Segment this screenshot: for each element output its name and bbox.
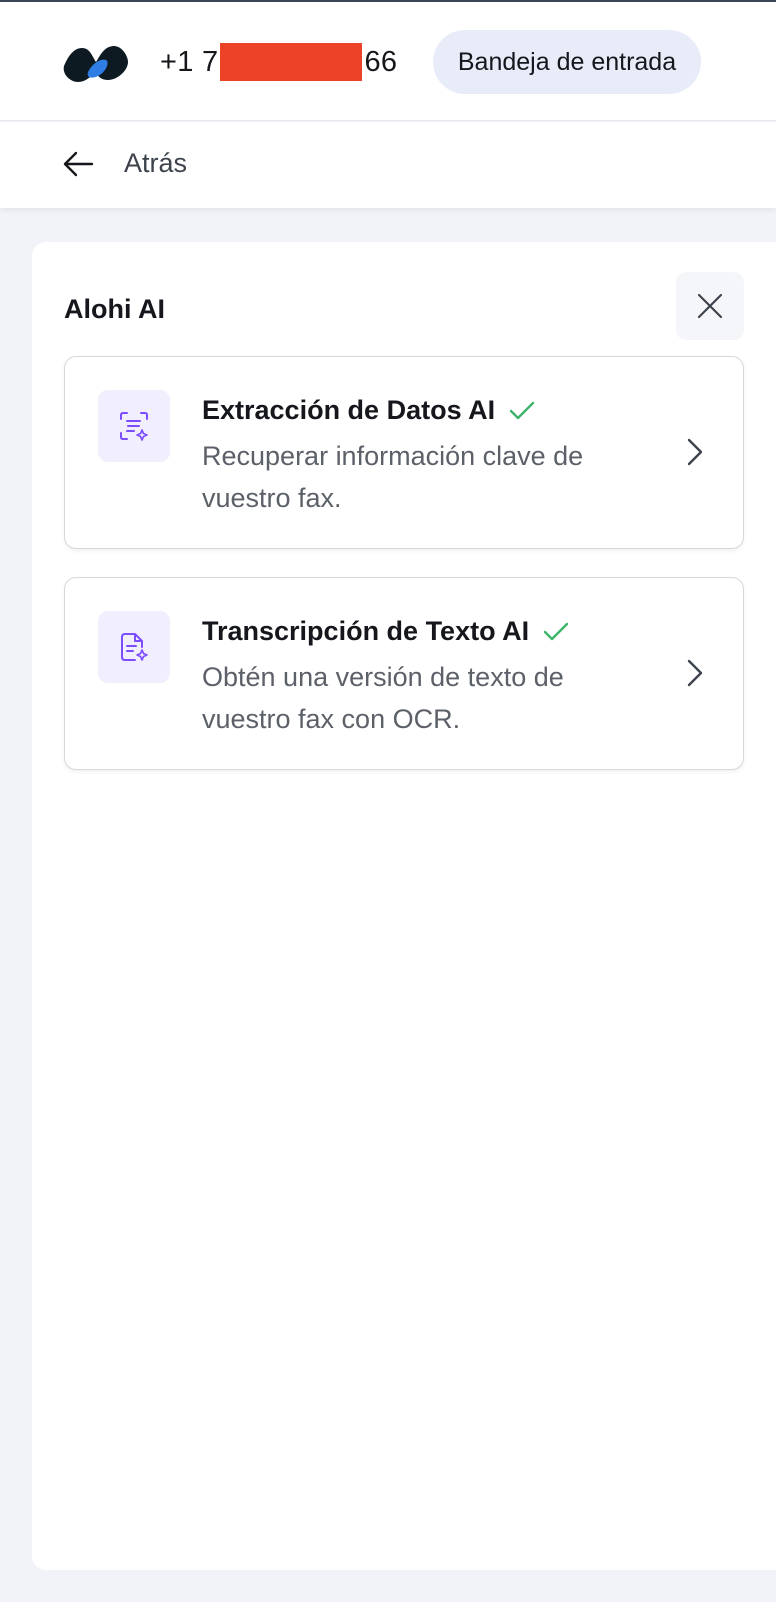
arrow-left-icon[interactable] — [62, 150, 94, 178]
close-icon — [697, 293, 723, 319]
text-transcription-card[interactable]: Transcripción de Texto AI Obtén una vers… — [64, 577, 744, 770]
panel-title: Alohi AI — [64, 294, 165, 324]
card-title: Transcripción de Texto AI — [202, 616, 569, 647]
redaction-block — [220, 43, 363, 81]
back-bar: Atrás — [0, 122, 776, 208]
phone-number: +1 7 66 — [160, 42, 397, 82]
data-extraction-card[interactable]: Extracción de Datos AI Recuperar informa… — [64, 356, 744, 549]
close-button[interactable] — [676, 272, 744, 340]
check-icon — [543, 622, 569, 640]
chevron-right-icon — [687, 438, 703, 466]
back-button[interactable]: Atrás — [124, 148, 187, 179]
header: +1 7 66 Bandeja de entrada — [0, 2, 776, 121]
phone-number-suffix: 66 — [364, 45, 398, 78]
check-icon — [509, 401, 535, 419]
alohi-logo-icon[interactable] — [62, 42, 130, 84]
card-title-text: Extracción de Datos AI — [202, 395, 496, 425]
alohi-ai-panel: Alohi AI Extracción de Datos AI Recupera… — [32, 242, 776, 1570]
card-description: Recuperar información clave de vuestro f… — [202, 441, 584, 513]
inbox-button[interactable]: Bandeja de entrada — [433, 30, 701, 94]
card-title-text: Transcripción de Texto AI — [202, 616, 530, 646]
chevron-right-icon — [687, 659, 703, 687]
text-transcription-icon — [98, 611, 170, 683]
data-extraction-icon — [98, 390, 170, 462]
card-description: Obtén una versión de texto de vuestro fa… — [202, 662, 564, 734]
card-title: Extracción de Datos AI — [202, 395, 535, 426]
phone-number-prefix: +1 7 — [160, 45, 219, 78]
